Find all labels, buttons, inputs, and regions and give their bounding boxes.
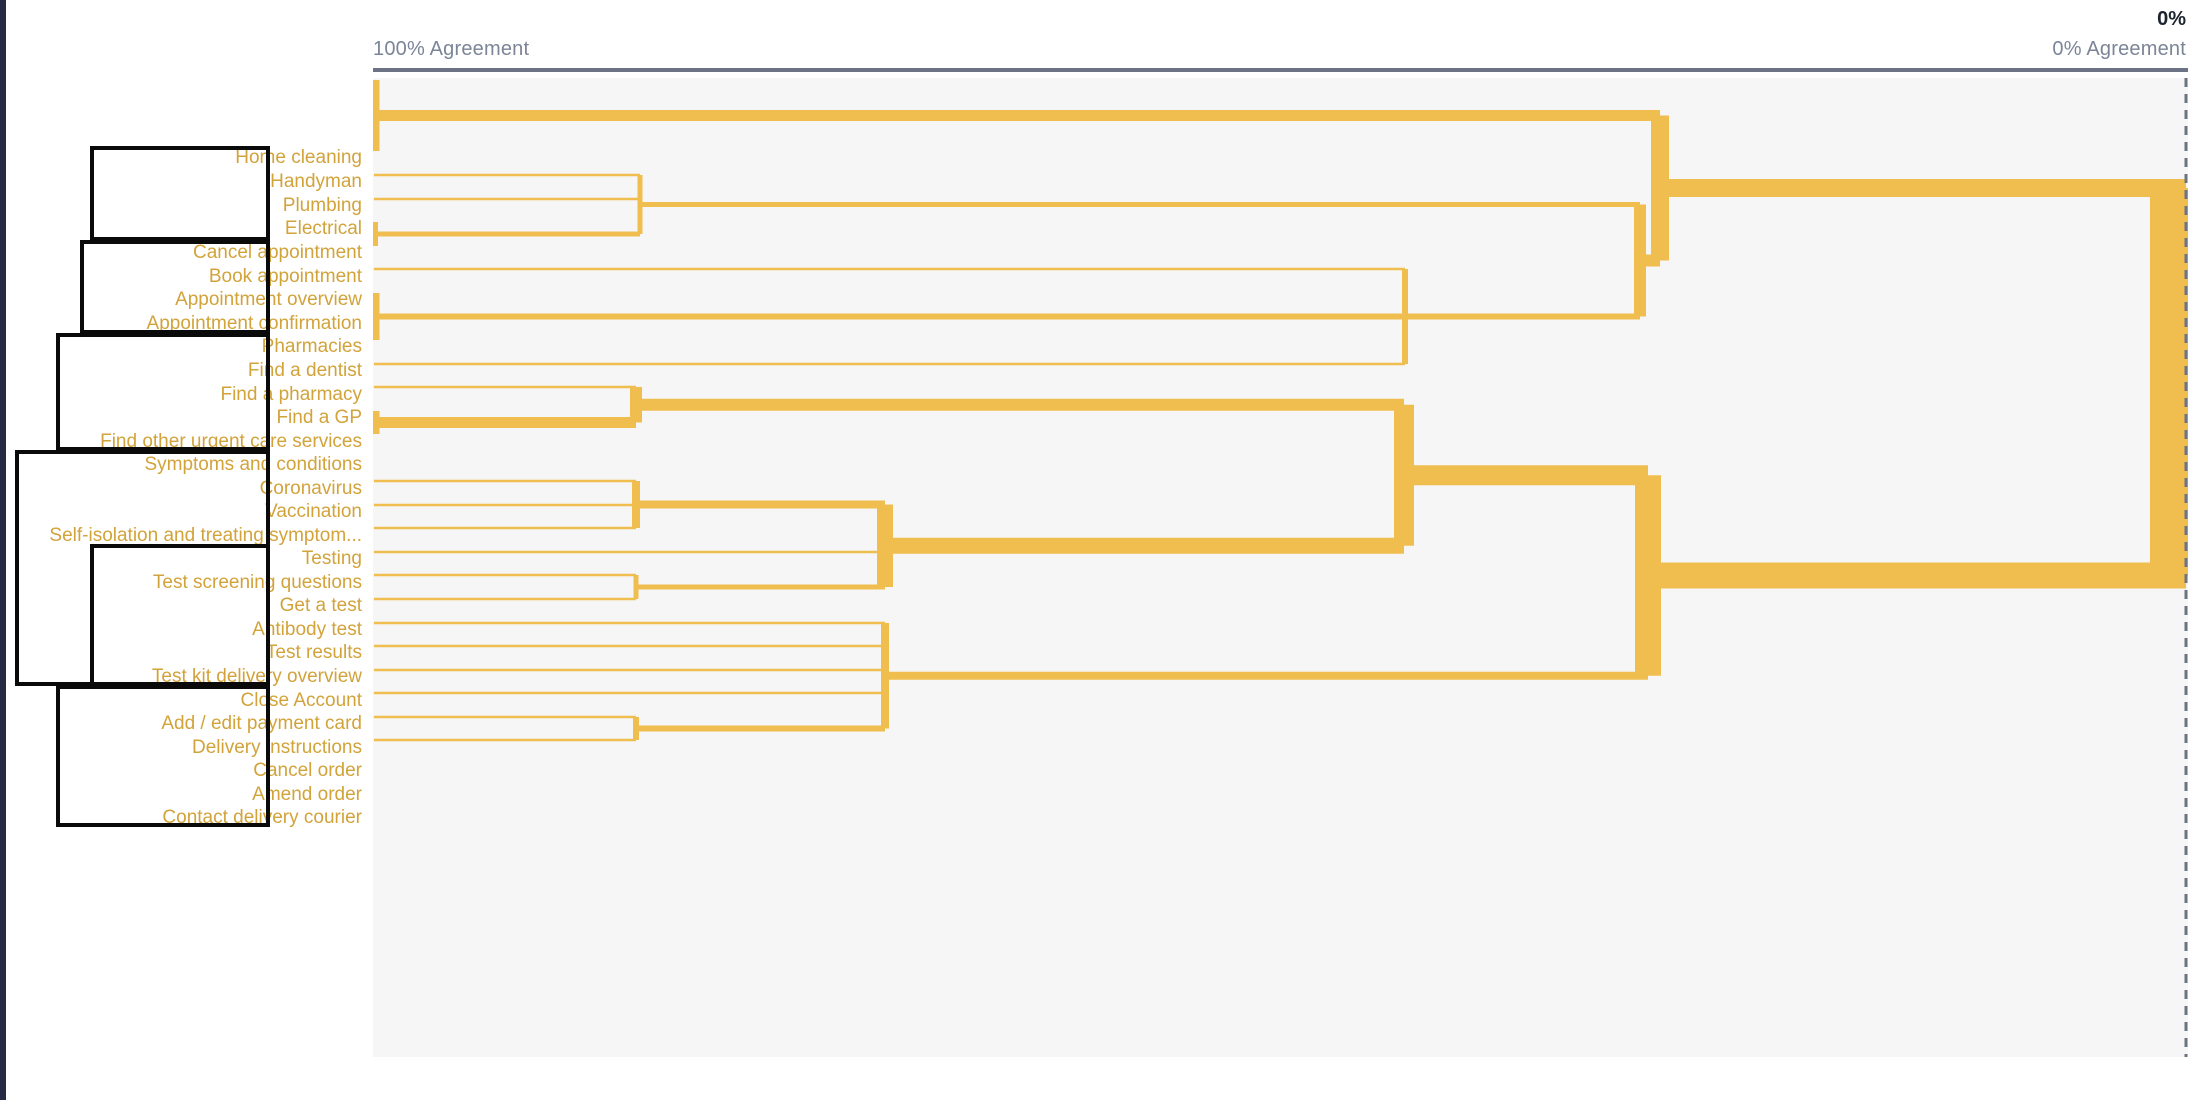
leaf-label[interactable]: Cancel order [253, 760, 362, 782]
leaf-label[interactable]: Cancel appointment [193, 242, 362, 264]
dendrogram-svg [373, 78, 2188, 1057]
leaf-label[interactable]: Test screening questions [153, 572, 362, 594]
leaf-label-column: Home cleaning Handyman Plumbing Electrical C… [0, 78, 368, 1057]
leaf-label[interactable]: Book appointment [209, 266, 362, 288]
leaf-label[interactable]: Find a dentist [248, 360, 362, 382]
leaf-label[interactable]: Handyman [270, 171, 362, 193]
axis-right-label: 0% Agreement [2052, 38, 2186, 60]
leaf-label[interactable]: Appointment overview [175, 289, 362, 311]
leaf-label[interactable]: Home cleaning [235, 147, 362, 169]
leaf-label[interactable]: Test results [266, 642, 362, 664]
leaf-label[interactable]: Close Account [241, 690, 362, 712]
leaf-label[interactable]: Get a test [280, 595, 362, 617]
leaf-label[interactable]: Add / edit payment card [161, 713, 362, 735]
axis-rule [373, 68, 2188, 72]
axis-left-label: 100% Agreement [373, 38, 530, 60]
leaf-label[interactable]: Find other urgent care services [100, 431, 362, 453]
leaf-label[interactable]: Amend order [252, 784, 362, 806]
leaf-label[interactable]: Self-isolation and treating symptom... [49, 525, 362, 547]
leaf-label[interactable]: Delivery instructions [192, 737, 362, 759]
dendrogram-page: 100% Agreement 0% 0% Agreement Home clea… [0, 0, 2210, 1100]
axis-right-value: 0% [2157, 8, 2186, 30]
leaf-label[interactable]: Symptoms and conditions [144, 454, 362, 476]
leaf-label[interactable]: Pharmacies [262, 336, 362, 358]
leaf-label[interactable]: Testing [302, 548, 362, 570]
leaf-label[interactable]: Electrical [285, 218, 362, 240]
leaf-label[interactable]: Find a GP [276, 407, 362, 429]
leaf-label[interactable]: Contact delivery courier [162, 807, 362, 829]
leaf-label[interactable]: Test kit delivery overview [152, 666, 362, 688]
leaf-label[interactable]: Vaccination [265, 501, 362, 523]
dendrogram-plot-area[interactable] [373, 78, 2188, 1057]
leaf-label[interactable]: Plumbing [283, 195, 362, 217]
leaf-label[interactable]: Find a pharmacy [220, 384, 362, 406]
leaf-label[interactable]: Coronavirus [260, 478, 362, 500]
leaf-label[interactable]: Appointment confirmation [147, 313, 362, 335]
leaf-label[interactable]: Antibody test [252, 619, 362, 641]
